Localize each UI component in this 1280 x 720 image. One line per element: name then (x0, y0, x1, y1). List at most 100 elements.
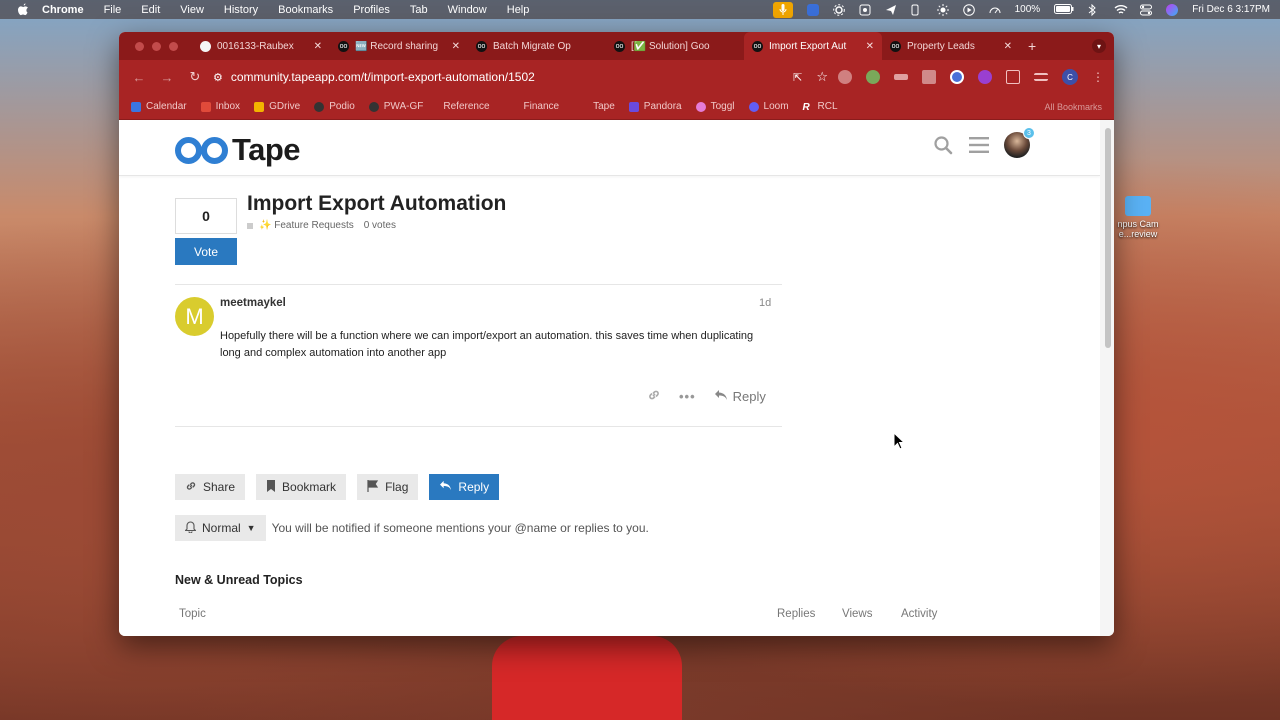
bookmark-reference[interactable]: Reference (443, 101, 489, 112)
reply-button[interactable]: Reply (429, 474, 500, 500)
bookmark-tape[interactable]: Tape (593, 101, 615, 112)
tab-import-export-active[interactable]: oo Import Export Aut ✕ (744, 32, 882, 60)
bookmark-calendar[interactable]: Calendar (131, 101, 187, 112)
battery-icon[interactable] (1054, 3, 1074, 16)
bookmark-pandora[interactable]: Pandora (628, 101, 682, 112)
address-bar[interactable]: ⚙ community.tapeapp.com/t/import-export-… (213, 65, 828, 89)
tape-logo[interactable]: Tape (175, 132, 301, 168)
post-date[interactable]: 1d (759, 297, 771, 309)
profile-avatar[interactable]: C (1062, 69, 1078, 85)
column-views[interactable]: Views (842, 608, 872, 620)
hamburger-menu-icon[interactable] (968, 134, 990, 156)
zoom-icon[interactable] (806, 3, 819, 16)
tab-close-icon[interactable]: ✕ (452, 41, 460, 52)
menu-edit[interactable]: Edit (141, 4, 160, 16)
column-activity[interactable]: Activity (901, 608, 937, 620)
play-icon[interactable] (962, 3, 975, 16)
tab-property-leads[interactable]: oo Property Leads ✕ (882, 32, 1020, 60)
notification-level-dropdown[interactable]: Normal ▼ (175, 515, 266, 541)
tab-search-chevron-icon[interactable]: ▾ (1092, 39, 1106, 53)
copy-link-icon[interactable] (647, 388, 661, 405)
site-info-icon[interactable]: ⚙ (213, 71, 223, 84)
extension-icon[interactable] (978, 70, 992, 84)
tab-close-icon[interactable]: ✕ (1004, 41, 1012, 52)
tab-record-sharing[interactable]: oo 🆕 Record sharing ✕ (330, 32, 468, 60)
bookmark-loom[interactable]: Loom (748, 101, 789, 112)
scrollbar-thumb[interactable] (1105, 128, 1111, 348)
extension-icon[interactable] (866, 70, 880, 84)
puzzle-extensions-icon[interactable] (1006, 70, 1020, 84)
menu-help[interactable]: Help (507, 4, 530, 16)
microphone-icon[interactable] (772, 1, 793, 18)
close-window-button[interactable] (135, 41, 144, 51)
bookmark-podio[interactable]: Podio (314, 101, 355, 112)
url-text[interactable]: community.tapeapp.com/t/import-export-au… (231, 70, 793, 84)
apple-menu-icon[interactable] (16, 3, 30, 17)
more-options-icon[interactable]: ••• (679, 389, 696, 404)
menubar-datetime[interactable]: Fri Dec 6 3:17PM (1192, 4, 1270, 15)
tab-close-icon[interactable]: ✕ (314, 41, 322, 52)
post-author-name[interactable]: meetmaykel (220, 297, 286, 309)
all-bookmarks-link[interactable]: All Bookmarks (1044, 102, 1102, 112)
share-button[interactable]: Share (175, 474, 246, 500)
bookmark-toggl[interactable]: Toggl (695, 101, 735, 112)
extension-icon[interactable] (950, 70, 964, 84)
new-tab-icon[interactable]: + (1028, 38, 1036, 54)
search-icon[interactable] (932, 134, 954, 156)
maximize-window-button[interactable] (169, 41, 178, 51)
tab-raubex[interactable]: 0016133-Raubex ✕ (192, 32, 330, 60)
menu-bookmarks[interactable]: Bookmarks (278, 4, 333, 16)
bookmark-rcl[interactable]: R RCL (803, 101, 838, 113)
bookmark-button[interactable]: Bookmark (256, 474, 347, 500)
bookmark-gdrive[interactable]: GDrive (254, 101, 300, 112)
menu-view[interactable]: View (180, 4, 204, 16)
page-scrollbar[interactable] (1100, 120, 1114, 636)
notification-description: You will be notified if someone mentions… (271, 521, 649, 535)
gear-icon[interactable] (832, 3, 845, 16)
column-topic[interactable]: Topic (179, 608, 206, 620)
extension-icon[interactable] (894, 74, 908, 80)
bluetooth-icon[interactable] (1088, 3, 1100, 16)
menu-window[interactable]: Window (448, 4, 487, 16)
tab-batch-migrate[interactable]: oo Batch Migrate Op (468, 32, 606, 60)
menu-app-chrome[interactable]: Chrome (42, 4, 84, 16)
extension-icon[interactable] (838, 70, 852, 84)
pandora-icon (628, 101, 639, 112)
menu-file[interactable]: File (104, 4, 122, 16)
screen-record-icon[interactable] (859, 4, 871, 16)
tab-solution[interactable]: oo [✅ Solution] Goo (606, 32, 744, 60)
vote-button[interactable]: Vote (175, 238, 237, 265)
menu-profiles[interactable]: Profiles (353, 4, 390, 16)
star-bookmark-icon[interactable]: ☆ (816, 69, 828, 85)
reading-list-icon[interactable] (1034, 73, 1048, 81)
menu-history[interactable]: History (224, 4, 258, 16)
post-author-avatar[interactable]: M (175, 297, 214, 336)
desktop-file-icon[interactable]: npus Cam e...review (1108, 196, 1168, 239)
brightness-icon[interactable] (936, 3, 949, 16)
topic-footer-buttons: Share Bookmark Flag Reply (175, 474, 500, 500)
back-arrow-icon[interactable]: ← (129, 70, 149, 85)
install-app-icon[interactable]: ⇱ (793, 71, 802, 84)
bookmark-pwa-gf[interactable]: PWA-GF (368, 101, 423, 112)
siri-icon[interactable] (1166, 3, 1179, 16)
reload-icon[interactable]: ↻ (185, 69, 205, 85)
topic-title[interactable]: Import Export Automation (247, 192, 506, 216)
category-link[interactable]: ✨ Feature Requests (259, 220, 354, 231)
post-reply-button[interactable]: Reply (714, 389, 766, 404)
menu-tab[interactable]: Tab (410, 4, 428, 16)
browser-menu-icon[interactable]: ⋮ (1092, 70, 1104, 84)
column-replies[interactable]: Replies (777, 608, 815, 620)
bookmark-finance[interactable]: Finance (524, 101, 560, 112)
send-icon[interactable] (885, 4, 897, 16)
flag-button[interactable]: Flag (357, 474, 419, 500)
bookmark-inbox[interactable]: Inbox (200, 101, 240, 112)
user-avatar[interactable]: 3 (1004, 127, 1035, 158)
wifi-icon[interactable] (1114, 4, 1128, 16)
extension-icon[interactable] (922, 70, 936, 84)
forward-arrow-icon[interactable]: → (157, 70, 177, 85)
speed-icon[interactable] (989, 4, 1001, 16)
control-center-icon[interactable] (1140, 4, 1153, 16)
battery-widget-icon[interactable] (911, 4, 923, 16)
minimize-window-button[interactable] (152, 41, 161, 51)
tab-close-icon[interactable]: ✕ (866, 41, 874, 52)
